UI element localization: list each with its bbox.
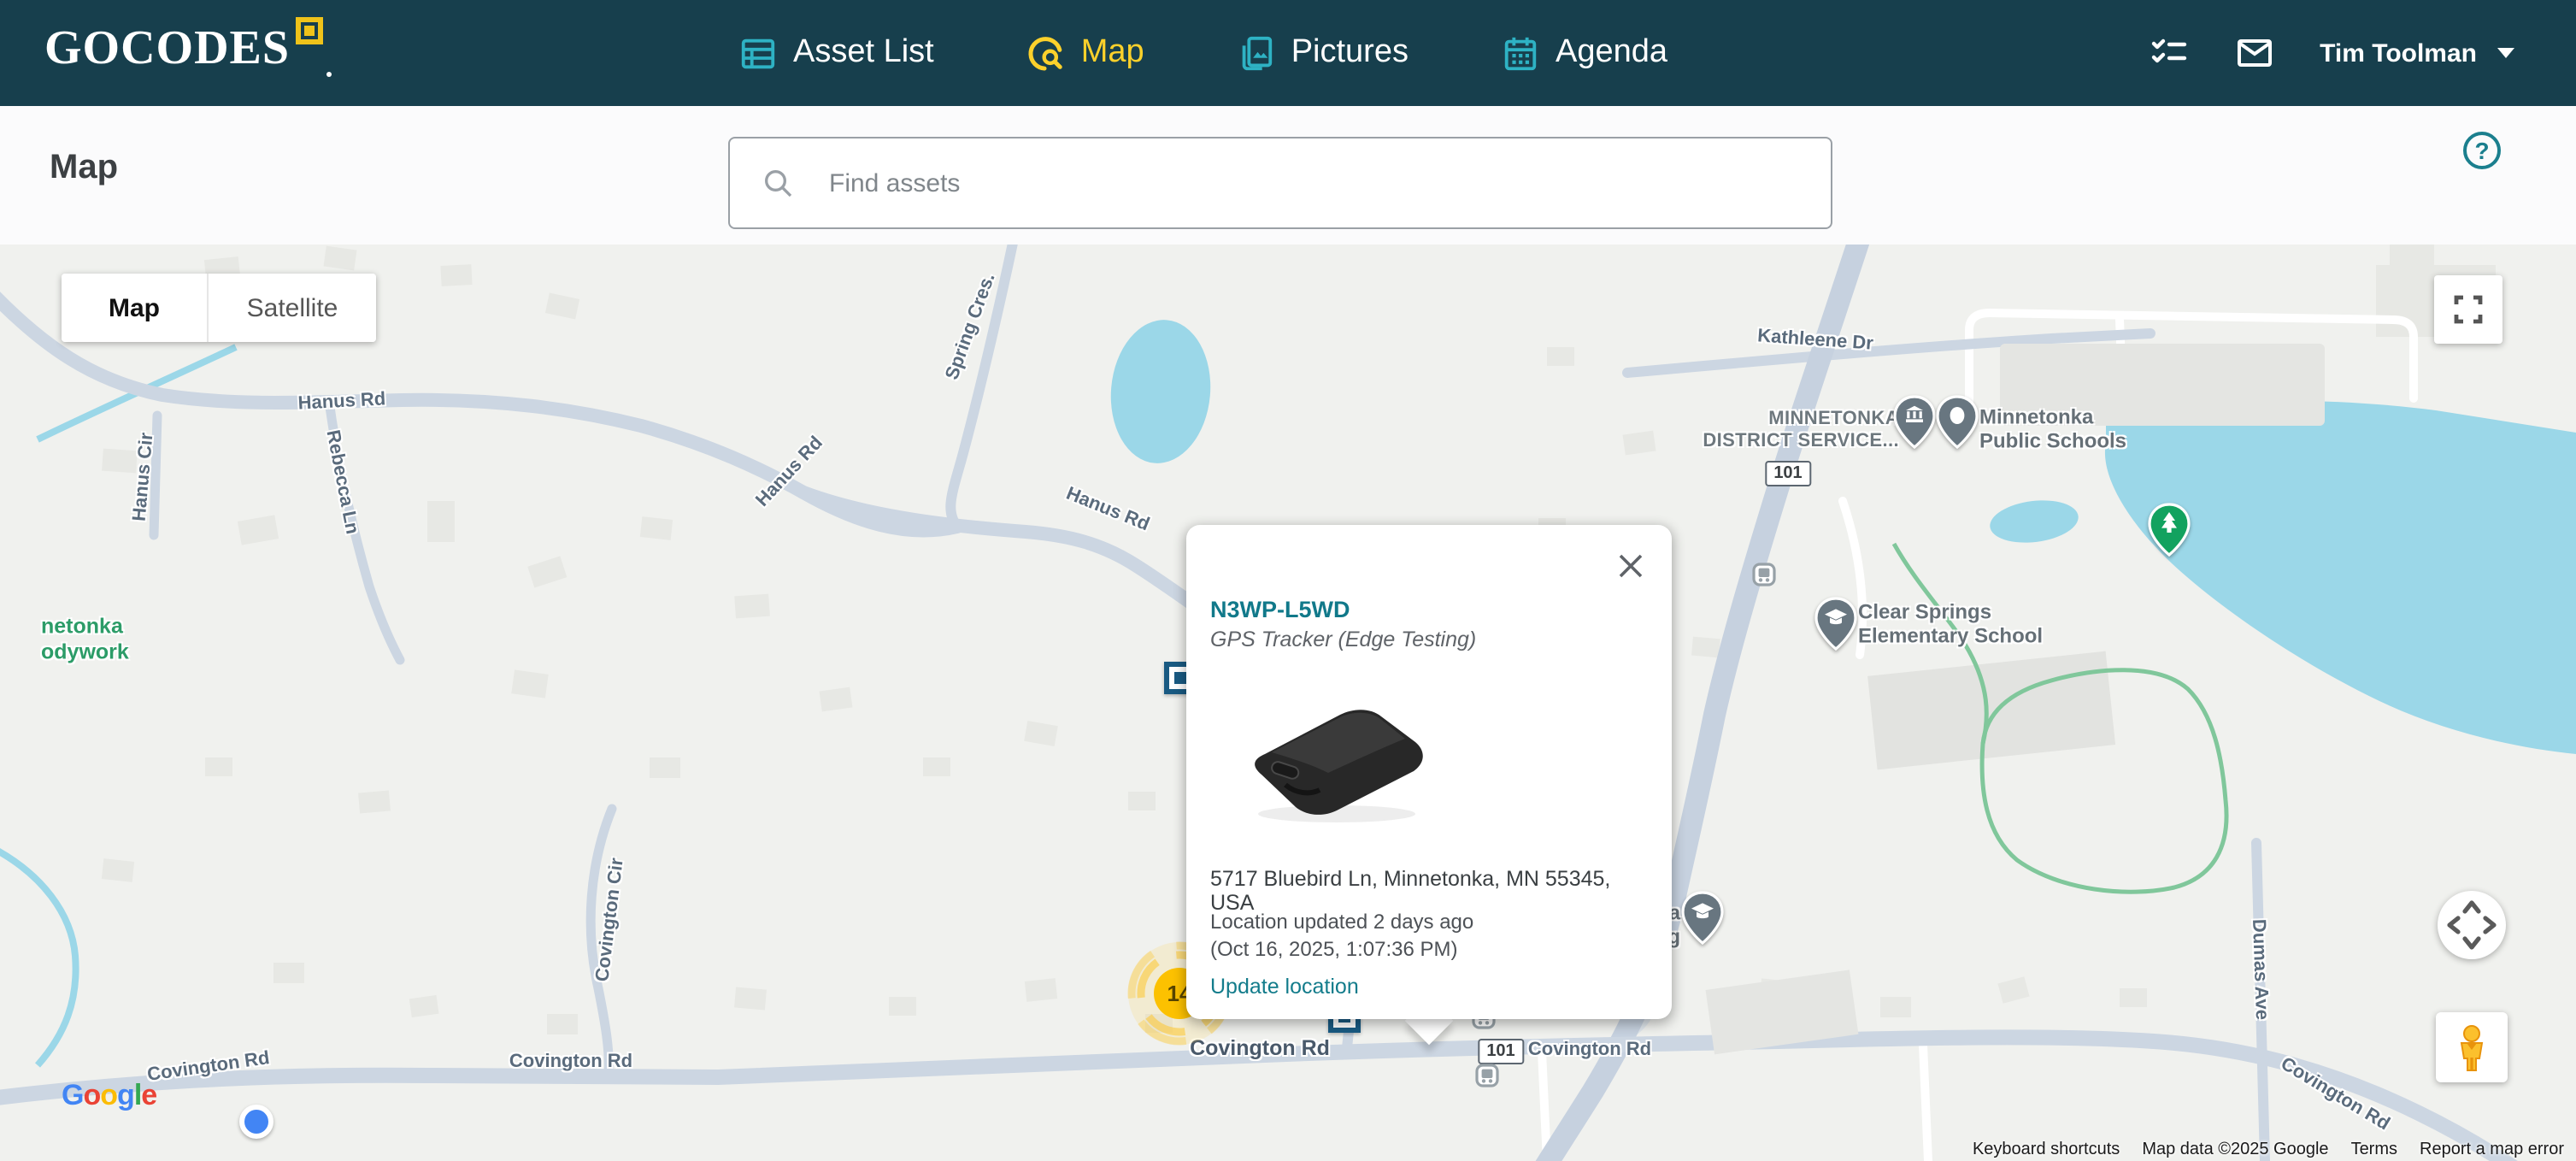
attribution-report-error[interactable]: Report a map error <box>2420 1140 2564 1159</box>
place-label: MINNETONKA DISTRICT SERVICE... <box>1703 409 1899 453</box>
road-label: Dumas Ave <box>2248 919 2272 1021</box>
asset-code[interactable]: N3WP-L5WD <box>1210 597 1350 622</box>
top-navbar: GOCODES Asset List Map Picture <box>0 0 2576 106</box>
nav-label: Map <box>1081 34 1144 72</box>
dot-pin-icon[interactable] <box>1935 395 1979 458</box>
map-type-map-button[interactable]: Map <box>62 274 207 342</box>
school-pin-icon[interactable] <box>1814 597 1858 660</box>
park-pin-icon[interactable] <box>2147 503 2191 566</box>
checklist-icon[interactable] <box>2149 32 2190 74</box>
user-name: Tim Toolman <box>2320 38 2477 68</box>
pan-control[interactable] <box>2438 891 2506 959</box>
help-icon[interactable]: ? <box>2463 132 2501 169</box>
attribution-terms[interactable]: Terms <box>2351 1140 2397 1159</box>
main-nav: Asset List Map Pictures Agenda <box>738 0 1667 106</box>
page-title: Map <box>50 149 118 188</box>
nav-item-pictures[interactable]: Pictures <box>1237 33 1409 73</box>
poi-dot-icon[interactable] <box>239 1105 273 1139</box>
fullscreen-button[interactable] <box>2434 275 2502 344</box>
gocodes-logo[interactable]: GOCODES <box>44 15 331 84</box>
search-icon <box>761 166 795 200</box>
google-logo-letter: e <box>141 1079 156 1111</box>
location-updated-relative: Location updated 2 days ago <box>1210 910 1473 934</box>
google-logo[interactable]: Google <box>62 1079 156 1113</box>
pictures-icon <box>1237 33 1276 73</box>
gocodes-logo-registered-dot <box>326 72 331 77</box>
place-label: Clear Springs Elementary School <box>1858 600 2043 649</box>
asset-search <box>728 137 1832 229</box>
route-101-shield: 101 <box>1478 1039 1523 1064</box>
route-101-shield: 101 <box>1765 461 1810 486</box>
asset-infowindow: N3WP-L5WD GPS Tracker (Edge Testing) 571… <box>1186 525 1672 1019</box>
nav-item-agenda[interactable]: Agenda <box>1501 33 1667 73</box>
google-logo-letter: l <box>134 1079 141 1111</box>
location-updated-timestamp: (Oct 16, 2025, 1:07:36 PM) <box>1210 937 1458 961</box>
place-label: Minnetonka Public Schools <box>1979 405 2126 454</box>
agenda-icon <box>1501 33 1540 73</box>
map-search-icon <box>1026 33 1066 73</box>
gocodes-logo-text: GOCODES <box>44 15 290 84</box>
attribution-keyboard-shortcuts[interactable]: Keyboard shortcuts <box>1973 1140 2120 1159</box>
navbar-right: Tim Toolman <box>2149 0 2514 106</box>
search-input[interactable] <box>730 138 1831 227</box>
google-logo-letter: g <box>117 1079 134 1111</box>
google-logo-letter: o <box>83 1079 100 1111</box>
map-type-control: Map Satellite <box>62 274 376 342</box>
map-canvas[interactable]: Hanus RdHanus RdHanus RdSpring Cres.Kath… <box>0 245 2576 1161</box>
map-attribution: Keyboard shortcuts Map data ©2025 Google T… <box>1973 1140 2564 1159</box>
gocodes-app: GOCODES Asset List Map Picture <box>0 0 2576 1161</box>
update-location-link[interactable]: Update location <box>1210 975 1359 999</box>
asset-photo <box>1234 692 1439 834</box>
gocodes-logo-square-icon <box>295 17 322 44</box>
nav-label: Asset List <box>793 34 934 72</box>
nav-label: Pictures <box>1291 34 1409 72</box>
nav-label: Agenda <box>1556 34 1667 72</box>
google-logo-letter: G <box>62 1079 83 1111</box>
chevron-down-icon <box>2497 48 2514 58</box>
close-icon[interactable] <box>1610 545 1651 586</box>
pegman-streetview[interactable] <box>2436 1012 2508 1082</box>
asset-list-icon <box>738 33 778 73</box>
asset-description: GPS Tracker (Edge Testing) <box>1210 628 1476 651</box>
government-pin-icon[interactable] <box>1892 395 1937 458</box>
mail-icon[interactable] <box>2234 32 2275 74</box>
asset-address: 5717 Bluebird Ln, Minnetonka, MN 55345, … <box>1210 867 1651 915</box>
nav-item-map[interactable]: Map <box>1026 33 1144 73</box>
bus-stop-icon[interactable] <box>1752 563 1776 595</box>
map-type-satellite-button[interactable]: Satellite <box>207 274 376 342</box>
nav-item-asset-list[interactable]: Asset List <box>738 33 934 73</box>
google-logo-letter: o <box>100 1079 117 1111</box>
road-label: Covington Rd <box>509 1052 632 1072</box>
school-pin-icon[interactable] <box>1680 891 1725 954</box>
user-menu[interactable]: Tim Toolman <box>2320 38 2514 68</box>
attribution-map-data: Map data ©2025 Google <box>2142 1140 2328 1159</box>
place-label: netonka odywork <box>41 615 129 665</box>
bus-stop-icon[interactable] <box>1475 1064 1499 1096</box>
road-label: Covington Rd <box>1528 1040 1651 1060</box>
page-header: Map ? <box>0 106 2576 245</box>
